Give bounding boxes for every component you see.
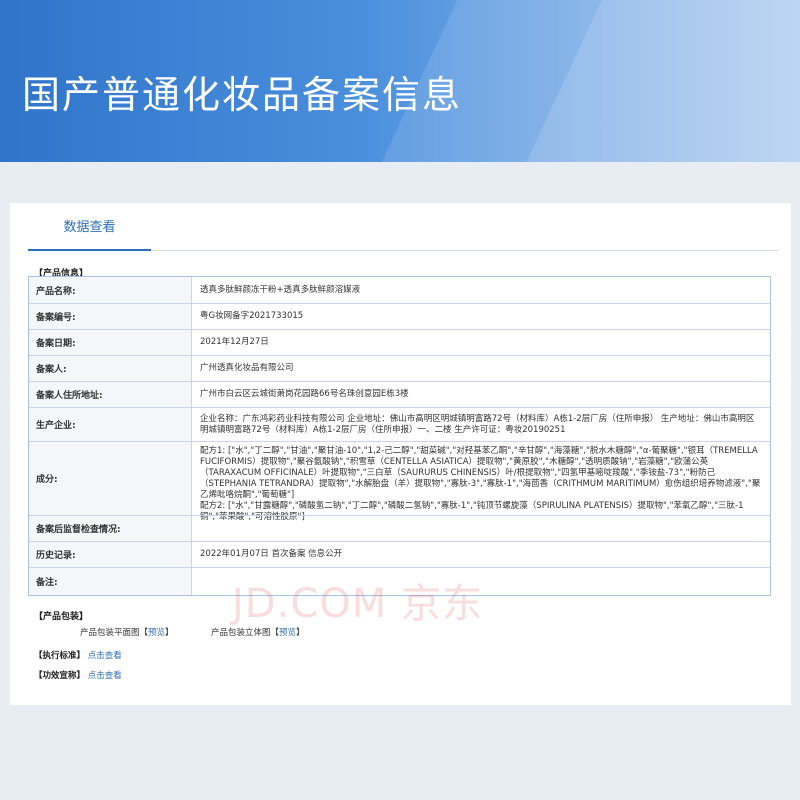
table-row: 生产企业: 企业名称：广东鸿彩药业科技有限公司 企业地址：佛山市高明区明城镇明富… <box>29 407 770 441</box>
main-panel: 数据查看 【产品信息】 产品名称: 透真多肽鲜颜冻干粉+透真多肽鲜颜溶媒液 备案… <box>10 203 791 705</box>
bracket: 】 <box>165 628 174 638</box>
packaging-solid: 产品包装立体图【预览】 <box>211 626 305 638</box>
row-label: 备案日期: <box>29 330 192 355</box>
table-row: 备案日期: 2021年12月27日 <box>29 329 770 355</box>
product-info-table: 产品名称: 透真多肽鲜颜冻干粉+透真多肽鲜颜溶媒液 备案编号: 粤G妆网备字20… <box>28 276 771 596</box>
formula-1-text: 配方1: ["水","丁二醇","甘油","聚甘油-10","1,2-己二醇",… <box>200 446 761 500</box>
row-value: 透真多肽鲜颜冻干粉+透真多肽鲜颜溶媒液 <box>200 284 361 295</box>
row-label: 备案编号: <box>29 304 192 329</box>
table-row: 产品名称: 透真多肽鲜颜冻干粉+透真多肽鲜颜溶媒液 <box>29 277 770 303</box>
row-value: 企业名称：广东鸿彩药业科技有限公司 企业地址：佛山市高明区明城镇明富路72号（材… <box>200 413 755 435</box>
standard-view-link[interactable]: 点击查看 <box>88 651 122 661</box>
table-row: 备案后监督检查情况: <box>29 515 770 541</box>
row-value <box>192 516 770 541</box>
bracket: 【 <box>139 628 149 638</box>
row-label: 产品名称: <box>29 277 192 303</box>
table-row: 历史记录: 2022年01月07日 首次备案 信息公开 <box>29 541 770 567</box>
row-value: 2022年01月07日 首次备案 信息公开 <box>200 549 343 559</box>
row-label: 生产企业: <box>29 408 192 441</box>
preview-link-flat[interactable]: 预览 <box>148 628 165 638</box>
table-row: 成分: 配方1: ["水","丁二醇","甘油","聚甘油-10","1,2-己… <box>29 441 770 522</box>
packaging-flat-label: 产品包装平面图 <box>80 628 140 638</box>
claims-view-link[interactable]: 点击查看 <box>88 671 122 681</box>
bracket: 】 <box>296 628 305 638</box>
header-banner: 国产普通化妆品备案信息 <box>0 0 800 162</box>
preview-link-solid[interactable]: 预览 <box>279 628 296 638</box>
tab-data-view[interactable]: 数据查看 <box>28 203 151 251</box>
packaging-flat: 产品包装平面图【预览】 <box>80 626 174 638</box>
table-row: 备案人: 广州透真化妆品有限公司 <box>29 355 770 381</box>
row-label: 备注: <box>29 568 192 595</box>
bracket: 【 <box>270 628 280 638</box>
standard-label: 【执行标准】 <box>34 651 86 661</box>
table-row: 备案编号: 粤G妆网备字2021733015 <box>29 303 770 329</box>
packaging-solid-label: 产品包装立体图 <box>211 628 271 638</box>
claims-label: 【功效宣称】 <box>34 671 86 681</box>
row-value: 广州透真化妆品有限公司 <box>200 363 294 373</box>
page-title: 国产普通化妆品备案信息 <box>22 73 463 117</box>
standard-row: 【执行标准】 点击查看 <box>34 649 122 661</box>
table-row: 备注: <box>29 567 770 595</box>
row-label: 历史记录: <box>29 542 192 567</box>
row-label: 成分: <box>29 442 192 515</box>
row-label: 备案人住所地址: <box>29 382 192 407</box>
tab-bar: 数据查看 <box>28 203 778 251</box>
row-label: 备案人: <box>29 356 192 381</box>
table-row: 备案人住所地址: 广州市白云区云城街萧岗花园路66号名珠创意园E栋3楼 <box>29 381 770 407</box>
row-label: 备案后监督检查情况: <box>29 516 192 541</box>
row-value <box>192 568 770 595</box>
claims-row: 【功效宣称】 点击查看 <box>34 669 122 681</box>
packaging-section-title: 【产品包装】 <box>34 612 89 622</box>
ingredients-value: 配方1: ["水","丁二醇","甘油","聚甘油-10","1,2-己二醇",… <box>192 442 770 522</box>
row-value: 广州市白云区云城街萧岗花园路66号名珠创意园E栋3楼 <box>200 389 409 399</box>
row-value: 2021年12月27日 <box>200 337 269 347</box>
row-value: 粤G妆网备字2021733015 <box>200 311 304 321</box>
